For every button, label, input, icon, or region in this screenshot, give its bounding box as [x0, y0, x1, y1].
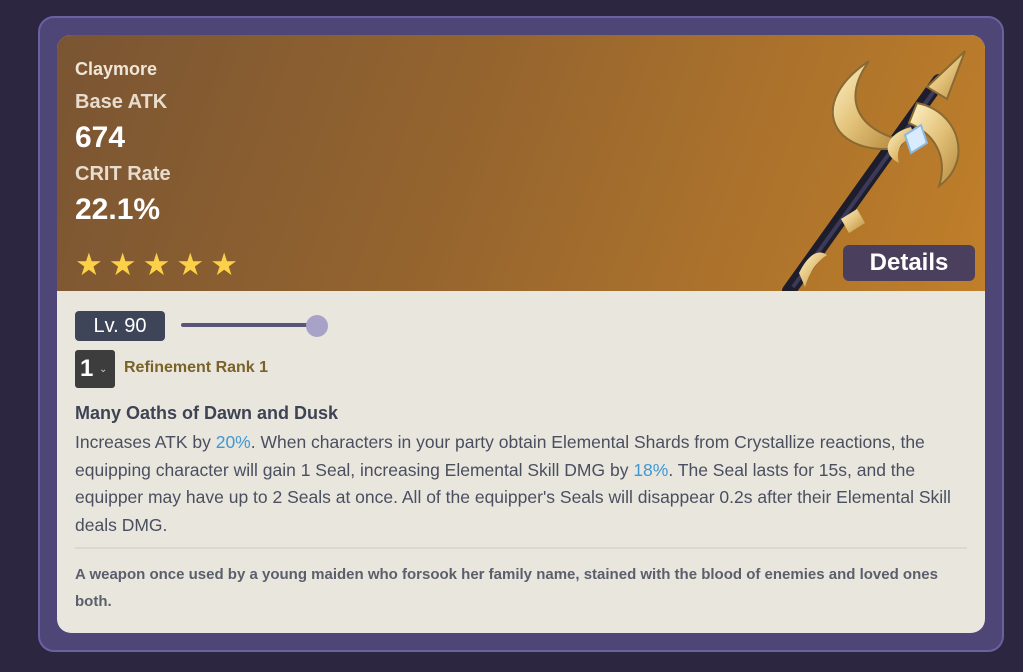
- lore-text: A weapon once used by a young maiden who…: [75, 566, 938, 610]
- chevron-down-icon: ⌄: [99, 364, 108, 375]
- refinement-value: 1: [80, 355, 94, 382]
- star-icon: ★: [142, 247, 171, 282]
- skill-dmg-bonus-value: 18%: [633, 459, 669, 480]
- star-icon: ★: [176, 247, 205, 282]
- star-icon: ★: [210, 247, 238, 282]
- refinement-select[interactable]: 1 ⌄: [75, 350, 115, 388]
- crit-rate-label: CRIT Rate: [75, 163, 171, 185]
- weapon-card: Claymore Base ATK 674 CRIT Rate 22.1% ★ ★…: [57, 35, 985, 633]
- divider: [75, 547, 967, 549]
- level-slider-thumb[interactable]: [306, 315, 328, 337]
- refinement-label: Refinement Rank 1: [124, 359, 269, 376]
- passive-description: Increases ATK by 20%. When characters in…: [75, 432, 951, 535]
- crit-rate-value: 22.1%: [75, 193, 161, 226]
- star-icon: ★: [108, 247, 137, 282]
- weapon-header: Claymore Base ATK 674 CRIT Rate 22.1% ★ ★…: [57, 35, 985, 291]
- atk-bonus-value: 20%: [215, 432, 251, 452]
- base-atk-value: 674: [75, 121, 126, 154]
- level-badge: Lv. 90: [75, 311, 165, 341]
- rarity-stars: ★ ★ ★ ★ ★: [75, 249, 238, 280]
- level-slider-track[interactable]: [181, 323, 317, 327]
- weapon-type: Claymore: [75, 59, 158, 79]
- passive-title: Many Oaths of Dawn and Dusk: [75, 403, 339, 423]
- star-icon: ★: [75, 247, 103, 282]
- details-button[interactable]: Details: [843, 245, 975, 281]
- base-atk-label: Base ATK: [75, 91, 168, 113]
